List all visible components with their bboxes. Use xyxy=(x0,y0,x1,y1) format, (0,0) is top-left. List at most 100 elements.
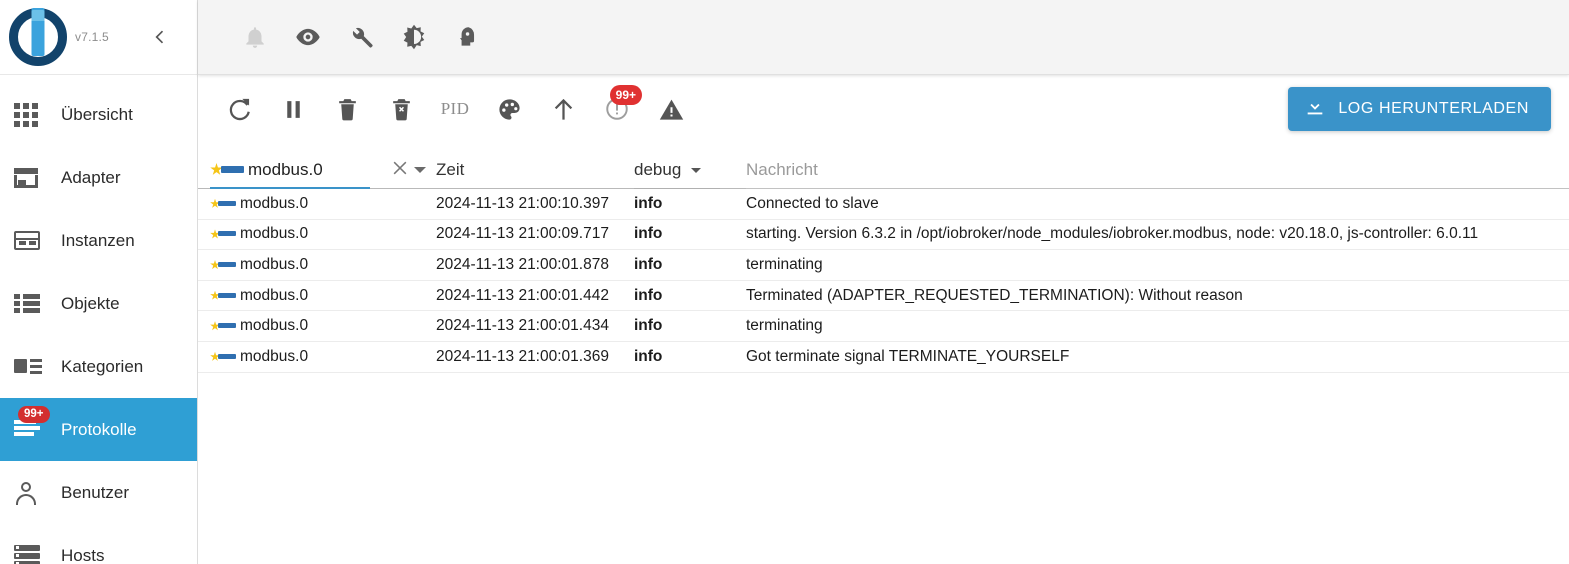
sidebar-item-kategorien[interactable]: Kategorien xyxy=(0,335,197,398)
row-message: Got terminate signal TERMINATE_YOURSELF xyxy=(746,347,1070,365)
clear-x-icon[interactable] xyxy=(390,158,410,183)
row-severity: info xyxy=(634,225,663,243)
warnings-triangle-icon[interactable] xyxy=(644,85,698,133)
row-severity: info xyxy=(634,317,663,335)
modbus-logo-icon xyxy=(210,259,236,270)
table-row[interactable]: modbus.0 2024-11-13 21:00:10.397 info Co… xyxy=(198,189,1569,220)
app-root: v7.1.5 Übersicht Adapter Instanzen Objek… xyxy=(0,0,1569,564)
delete-trash-icon[interactable] xyxy=(320,85,374,133)
sidebar-item-label: Benutzer xyxy=(61,482,130,502)
row-source-label: modbus.0 xyxy=(240,255,309,273)
log-table: modbus.0 2024-11-13 21:00:10.397 info Co… xyxy=(198,189,1569,564)
source-filter-actions xyxy=(390,158,434,183)
categories-icon xyxy=(14,354,44,380)
table-row[interactable]: modbus.0 2024-11-13 21:00:01.442 info Te… xyxy=(198,281,1569,312)
sidebar-item-label: Instanzen xyxy=(61,230,135,250)
instances-icon xyxy=(14,228,44,254)
modbus-logo-icon xyxy=(210,321,236,331)
clear-log-trash-x-icon[interactable] xyxy=(374,85,428,133)
row-message: terminating xyxy=(746,255,823,273)
sidebar-item-hosts[interactable]: Hosts xyxy=(0,524,197,564)
list-icon xyxy=(14,291,44,317)
chevron-down-icon[interactable] xyxy=(691,167,702,173)
brightness-contrast-icon[interactable] xyxy=(387,13,440,61)
sidebar-item-label: Kategorien xyxy=(61,356,144,376)
pid-toggle[interactable]: PID xyxy=(428,85,482,133)
sidebar-item-adapter[interactable]: Adapter xyxy=(0,146,197,209)
row-source: modbus.0 xyxy=(206,287,434,305)
wrench-icon[interactable] xyxy=(334,13,387,61)
chevron-down-icon[interactable] xyxy=(414,167,426,173)
message-filter-underline xyxy=(746,188,1569,189)
sidebar-item-label: Adapter xyxy=(61,167,121,187)
source-filter-underline xyxy=(210,187,370,189)
time-column-header[interactable]: Zeit xyxy=(434,152,634,188)
row-source-label: modbus.0 xyxy=(240,194,309,212)
chevron-left-icon[interactable] xyxy=(147,24,173,50)
sidebar-item-label: Protokolle xyxy=(61,419,137,439)
row-source: modbus.0 xyxy=(206,256,434,274)
table-row[interactable]: modbus.0 2024-11-13 21:00:01.434 info te… xyxy=(198,311,1569,342)
sidebar-nav: Übersicht Adapter Instanzen Objekte Kate… xyxy=(0,75,197,564)
row-time: 2024-11-13 21:00:10.397 xyxy=(436,194,609,212)
row-time: 2024-11-13 21:00:01.369 xyxy=(436,347,609,365)
row-source-label: modbus.0 xyxy=(240,317,309,335)
log-filter-row: modbus.0 Zeit debug Nachricht xyxy=(198,143,1569,189)
errors-circle-icon[interactable]: 99+ xyxy=(590,85,644,133)
hosts-icon xyxy=(14,543,44,564)
row-message: Connected to slave xyxy=(746,194,879,212)
row-time: 2024-11-13 21:00:01.878 xyxy=(436,255,609,273)
modbus-logo-icon xyxy=(210,198,236,209)
sidebar-item-uebersicht[interactable]: Übersicht xyxy=(0,83,197,146)
sidebar-brand: v7.1.5 xyxy=(0,0,197,75)
errors-count-badge: 99+ xyxy=(609,85,642,105)
row-message: terminating xyxy=(746,317,823,335)
row-source-label: modbus.0 xyxy=(240,347,309,365)
scroll-up-arrow-icon[interactable] xyxy=(536,85,590,133)
refresh-icon[interactable] xyxy=(212,85,266,133)
iobroker-logo-icon xyxy=(9,8,67,66)
eye-icon[interactable] xyxy=(281,13,334,61)
row-severity: info xyxy=(634,255,663,273)
row-time: 2024-11-13 21:00:01.442 xyxy=(436,286,609,304)
sidebar-item-benutzer[interactable]: Benutzer xyxy=(0,461,197,524)
sidebar-item-objekte[interactable]: Objekte xyxy=(0,272,197,335)
row-severity: info xyxy=(634,194,663,212)
row-severity: info xyxy=(634,347,663,365)
sidebar-item-instanzen[interactable]: Instanzen xyxy=(0,209,197,272)
row-severity: info xyxy=(634,286,663,304)
row-source: modbus.0 xyxy=(206,348,434,366)
row-time: 2024-11-13 21:00:09.717 xyxy=(436,225,609,243)
log-toolbar: PID 99+ LOG HERUNTERLADEN xyxy=(198,75,1569,143)
app-version: v7.1.5 xyxy=(75,30,109,44)
table-row[interactable]: modbus.0 2024-11-13 21:00:01.369 info Go… xyxy=(198,342,1569,373)
modbus-logo-icon xyxy=(210,351,236,362)
source-filter[interactable]: modbus.0 xyxy=(206,152,434,189)
user-icon xyxy=(14,480,44,506)
main-area: PID 99+ LOG HERUNTERLADEN modbus.0 Zeit … xyxy=(198,0,1569,564)
color-palette-icon[interactable] xyxy=(482,85,536,133)
message-filter[interactable]: Nachricht xyxy=(724,152,1569,189)
app-toolbar xyxy=(198,0,1569,75)
severity-filter-underline xyxy=(634,188,720,189)
pause-icon[interactable] xyxy=(266,85,320,133)
notifications-bell-icon[interactable] xyxy=(228,13,281,61)
modbus-logo-icon xyxy=(210,163,244,176)
modbus-logo-icon xyxy=(210,229,236,239)
download-log-label: LOG HERUNTERLADEN xyxy=(1338,100,1529,117)
row-source: modbus.0 xyxy=(206,225,434,243)
sidebar: v7.1.5 Übersicht Adapter Instanzen Objek… xyxy=(0,0,198,564)
sidebar-item-protokolle[interactable]: 99+ Protokolle xyxy=(0,398,197,461)
message-filter-placeholder: Nachricht xyxy=(746,160,818,179)
row-source-label: modbus.0 xyxy=(240,286,309,304)
sidebar-item-label: Objekte xyxy=(61,293,120,313)
table-row[interactable]: modbus.0 2024-11-13 21:00:01.878 info te… xyxy=(198,250,1569,281)
download-log-button[interactable]: LOG HERUNTERLADEN xyxy=(1288,87,1551,131)
row-source-label: modbus.0 xyxy=(240,225,309,243)
expert-mode-head-icon[interactable] xyxy=(440,13,493,61)
table-row[interactable]: modbus.0 2024-11-13 21:00:09.717 info st… xyxy=(198,220,1569,251)
row-message: starting. Version 6.3.2 in /opt/iobroker… xyxy=(746,225,1479,243)
store-icon xyxy=(14,165,44,191)
severity-filter[interactable]: debug xyxy=(634,152,724,189)
row-message: Terminated (ADAPTER_REQUESTED_TERMINATIO… xyxy=(746,286,1243,304)
